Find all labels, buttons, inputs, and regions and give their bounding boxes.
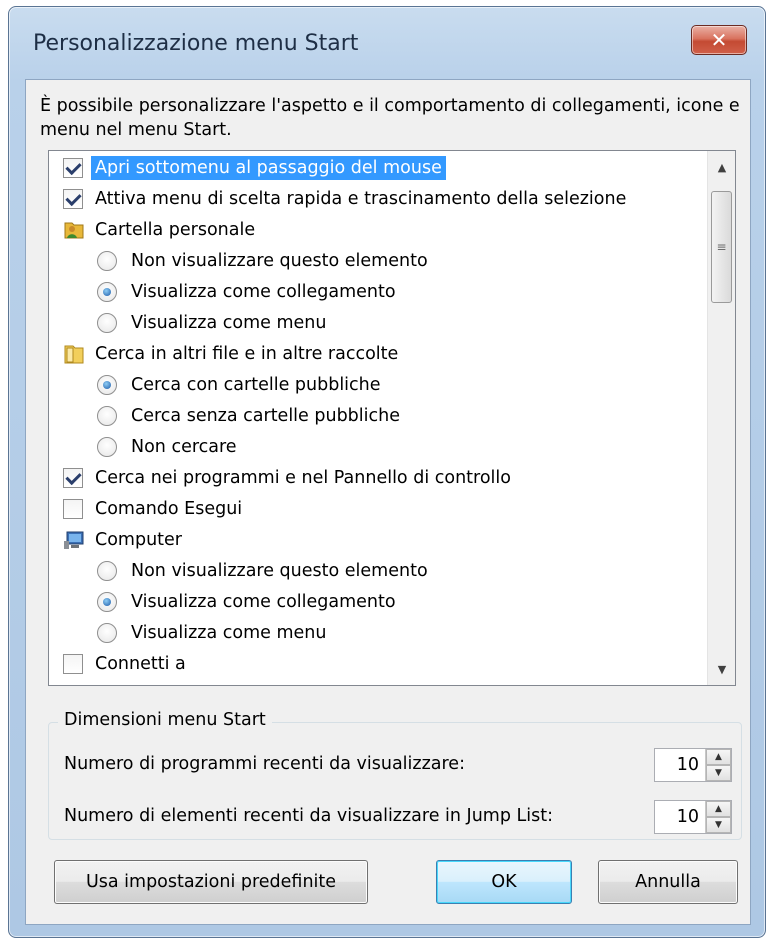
options-listbox[interactable]: Apri sottomenu al passaggio del mouse Att… xyxy=(48,150,736,686)
group-header-option: Cartella personale xyxy=(63,214,259,245)
jump-list-label: Numero di elementi recenti da visualizza… xyxy=(64,806,554,826)
option-label: Visualizza come collegamento xyxy=(131,281,396,302)
option-label: Non visualizzare questo elemento xyxy=(131,250,428,271)
option-radio[interactable] xyxy=(97,374,117,395)
option-label: Visualizza come menu xyxy=(131,622,327,643)
restore-defaults-button[interactable]: Usa impostazioni predefinite xyxy=(54,860,368,904)
option-label: Non visualizzare questo elemento xyxy=(131,560,428,581)
option-radio[interactable] xyxy=(97,436,117,457)
dialog-body: È possibile personalizzare l'aspetto e i… xyxy=(25,79,751,925)
scroll-up-button[interactable]: ▲ xyxy=(710,155,734,179)
radio-option[interactable]: Visualizza come collegamento xyxy=(97,276,400,307)
spin-up-icon[interactable]: ▲ xyxy=(706,749,731,765)
spin-up-icon[interactable]: ▲ xyxy=(706,801,731,817)
option-radio[interactable] xyxy=(97,312,117,333)
option-label: Cerca senza cartelle pubbliche xyxy=(131,405,400,426)
option-radio[interactable] xyxy=(97,622,117,643)
group-header-option: Computer xyxy=(63,524,186,555)
option-radio[interactable] xyxy=(97,591,117,612)
search-folder-icon xyxy=(63,343,85,365)
option-checkbox[interactable] xyxy=(63,157,83,178)
option-label: Cerca in altri file e in altre raccolte xyxy=(95,343,399,364)
group-title: Dimensioni menu Start xyxy=(58,710,272,730)
option-label: Apri sottomenu al passaggio del mouse xyxy=(91,155,446,180)
radio-option[interactable]: Visualizza come menu xyxy=(97,307,330,338)
spin-down-icon[interactable]: ▼ xyxy=(706,765,731,781)
ok-button[interactable]: OK xyxy=(436,860,572,904)
jump-list-value[interactable]: 10 xyxy=(655,801,705,833)
option-radio[interactable] xyxy=(97,560,117,581)
radio-option[interactable]: Visualizza come menu xyxy=(97,617,330,648)
cancel-button[interactable]: Annulla xyxy=(598,860,738,904)
computer-icon xyxy=(63,529,85,551)
vertical-scrollbar[interactable]: ▲ ≡ ▼ xyxy=(707,151,735,685)
option-label: Attiva menu di scelta rapida e trascinam… xyxy=(95,188,627,209)
window-title: Personalizzazione menu Start xyxy=(33,31,359,56)
option-checkbox[interactable] xyxy=(63,498,83,519)
radio-option[interactable]: Cerca con cartelle pubbliche xyxy=(97,369,385,400)
option-label: Connetti a xyxy=(95,653,186,674)
checkbox-option[interactable]: Comando Esegui xyxy=(63,493,246,524)
radio-option[interactable]: Non visualizzare questo elemento xyxy=(97,245,432,276)
checkbox-option[interactable]: Attiva menu di scelta rapida e trascinam… xyxy=(63,183,630,214)
recent-programs-label: Numero di programmi recenti da visualizz… xyxy=(64,754,465,774)
option-checkbox[interactable] xyxy=(63,467,83,488)
option-label: Cerca con cartelle pubbliche xyxy=(131,374,381,395)
scroll-down-button[interactable]: ▼ xyxy=(710,657,734,681)
scroll-thumb[interactable]: ≡ xyxy=(711,191,732,303)
option-label: Cartella personale xyxy=(95,219,256,240)
checkbox-option[interactable]: Apri sottomenu al passaggio del mouse xyxy=(63,152,446,183)
close-button[interactable]: ✕ xyxy=(691,25,747,55)
user-folder-icon xyxy=(63,219,85,241)
option-label: Comando Esegui xyxy=(95,498,243,519)
option-label: Non cercare xyxy=(131,436,237,457)
option-label: Visualizza come collegamento xyxy=(131,591,396,612)
jump-list-spinner[interactable]: 10 ▲ ▼ xyxy=(654,800,732,834)
description-text: È possibile personalizzare l'aspetto e i… xyxy=(40,96,740,140)
recent-programs-value[interactable]: 10 xyxy=(655,749,705,781)
option-radio[interactable] xyxy=(97,250,117,271)
group-header-option: Cerca in altri file e in altre raccolte xyxy=(63,338,402,369)
radio-option[interactable]: Cerca senza cartelle pubbliche xyxy=(97,400,404,431)
radio-option[interactable]: Visualizza come collegamento xyxy=(97,586,400,617)
option-checkbox[interactable] xyxy=(63,653,83,674)
spin-down-icon[interactable]: ▼ xyxy=(706,817,731,833)
radio-option[interactable]: Non visualizzare questo elemento xyxy=(97,555,432,586)
checkbox-option[interactable]: Connetti a xyxy=(63,648,190,679)
dialog-window: Personalizzazione menu Start ✕ È possibi… xyxy=(8,6,766,938)
option-radio[interactable] xyxy=(97,281,117,302)
close-icon: ✕ xyxy=(710,28,728,52)
option-label: Cerca nei programmi e nel Pannello di co… xyxy=(95,467,511,488)
option-checkbox[interactable] xyxy=(63,188,83,209)
radio-option[interactable]: Non cercare xyxy=(97,431,241,462)
option-label: Computer xyxy=(95,529,182,550)
recent-programs-spinner[interactable]: 10 ▲ ▼ xyxy=(654,748,732,782)
option-radio[interactable] xyxy=(97,405,117,426)
option-label: Visualizza come menu xyxy=(131,312,327,333)
checkbox-option[interactable]: Cerca nei programmi e nel Pannello di co… xyxy=(63,462,515,493)
title-bar[interactable]: Personalizzazione menu Start ✕ xyxy=(9,7,765,83)
